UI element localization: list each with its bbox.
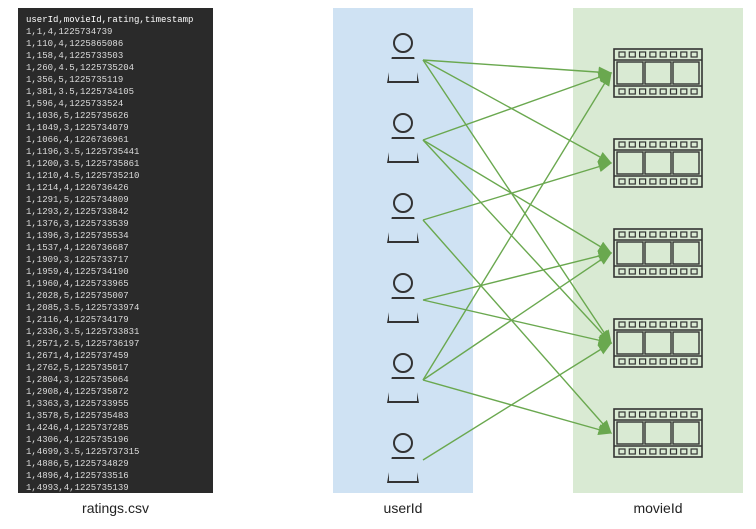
csv-row: 1,4306,4,1225735196 [26,434,205,446]
csv-row: 1,2116,4,1225734179 [26,314,205,326]
csv-row: 1,1210,4.5,1225735210 [26,170,205,182]
csv-row: 1,4886,5,1225734829 [26,458,205,470]
film-icon [613,318,703,368]
csv-row: 1,2762,5,1225735017 [26,362,205,374]
csv-row: 1,110,4,1225865086 [26,38,205,50]
csv-row: 1,1066,4,1226736961 [26,134,205,146]
csv-file-label: ratings.csv [18,500,213,516]
user-icon [383,193,423,248]
csv-panel: userId,movieId,rating,timestamp 1,1,4,12… [18,8,213,493]
csv-row: 1,1396,3,1225735534 [26,230,205,242]
csv-row: 1,260,4.5,1225735204 [26,62,205,74]
csv-row: 1,4993,4,1225735139 [26,482,205,493]
csv-row: 1,3363,3,1225733955 [26,398,205,410]
csv-row: 1,1376,3,1225733539 [26,218,205,230]
csv-row: 1,1214,4,1226736426 [26,182,205,194]
csv-row: 1,2804,3,1225735064 [26,374,205,386]
csv-row: 1,381,3.5,1225734105 [26,86,205,98]
csv-row: 1,1200,3.5,1225735861 [26,158,205,170]
csv-row: 1,1291,5,1225734809 [26,194,205,206]
user-icon [383,433,423,488]
csv-row: 1,158,4,1225733503 [26,50,205,62]
csv-row: 1,596,4,1225733524 [26,98,205,110]
csv-header-row: userId,movieId,rating,timestamp [26,14,205,26]
csv-row: 1,356,5,1225735119 [26,74,205,86]
film-icon [613,408,703,458]
film-icon [613,228,703,278]
user-column-label: userId [333,500,473,516]
csv-row: 1,2336,3.5,1225733831 [26,326,205,338]
csv-row: 1,2028,5,1225735007 [26,290,205,302]
csv-row: 1,1909,3,1225733717 [26,254,205,266]
csv-row: 1,2571,2.5,1225736197 [26,338,205,350]
csv-row: 1,2085,3.5,1225733974 [26,302,205,314]
user-icon [383,353,423,408]
user-icon [383,33,423,88]
film-icon [613,48,703,98]
csv-row: 1,4896,4,1225733516 [26,470,205,482]
movie-column-label: movieId [573,500,743,516]
csv-row: 1,1537,4,1226736687 [26,242,205,254]
csv-rows: 1,1,4,12257347391,110,4,12258650861,158,… [26,26,205,493]
csv-row: 1,1959,4,1225734190 [26,266,205,278]
csv-row: 1,2908,4,1225735872 [26,386,205,398]
csv-row: 1,1960,4,1225733965 [26,278,205,290]
film-icon [613,138,703,188]
user-icon [383,273,423,328]
csv-row: 1,3578,5,1225735483 [26,410,205,422]
csv-row: 1,4246,4,1225737285 [26,422,205,434]
csv-row: 1,1196,3.5,1225735441 [26,146,205,158]
csv-row: 1,1036,5,1225735626 [26,110,205,122]
csv-row: 1,1049,3,1225734079 [26,122,205,134]
user-icon [383,113,423,168]
csv-row: 1,1,4,1225734739 [26,26,205,38]
csv-row: 1,2671,4,1225737459 [26,350,205,362]
csv-row: 1,4699,3.5,1225737315 [26,446,205,458]
csv-row: 1,1293,2,1225733842 [26,206,205,218]
